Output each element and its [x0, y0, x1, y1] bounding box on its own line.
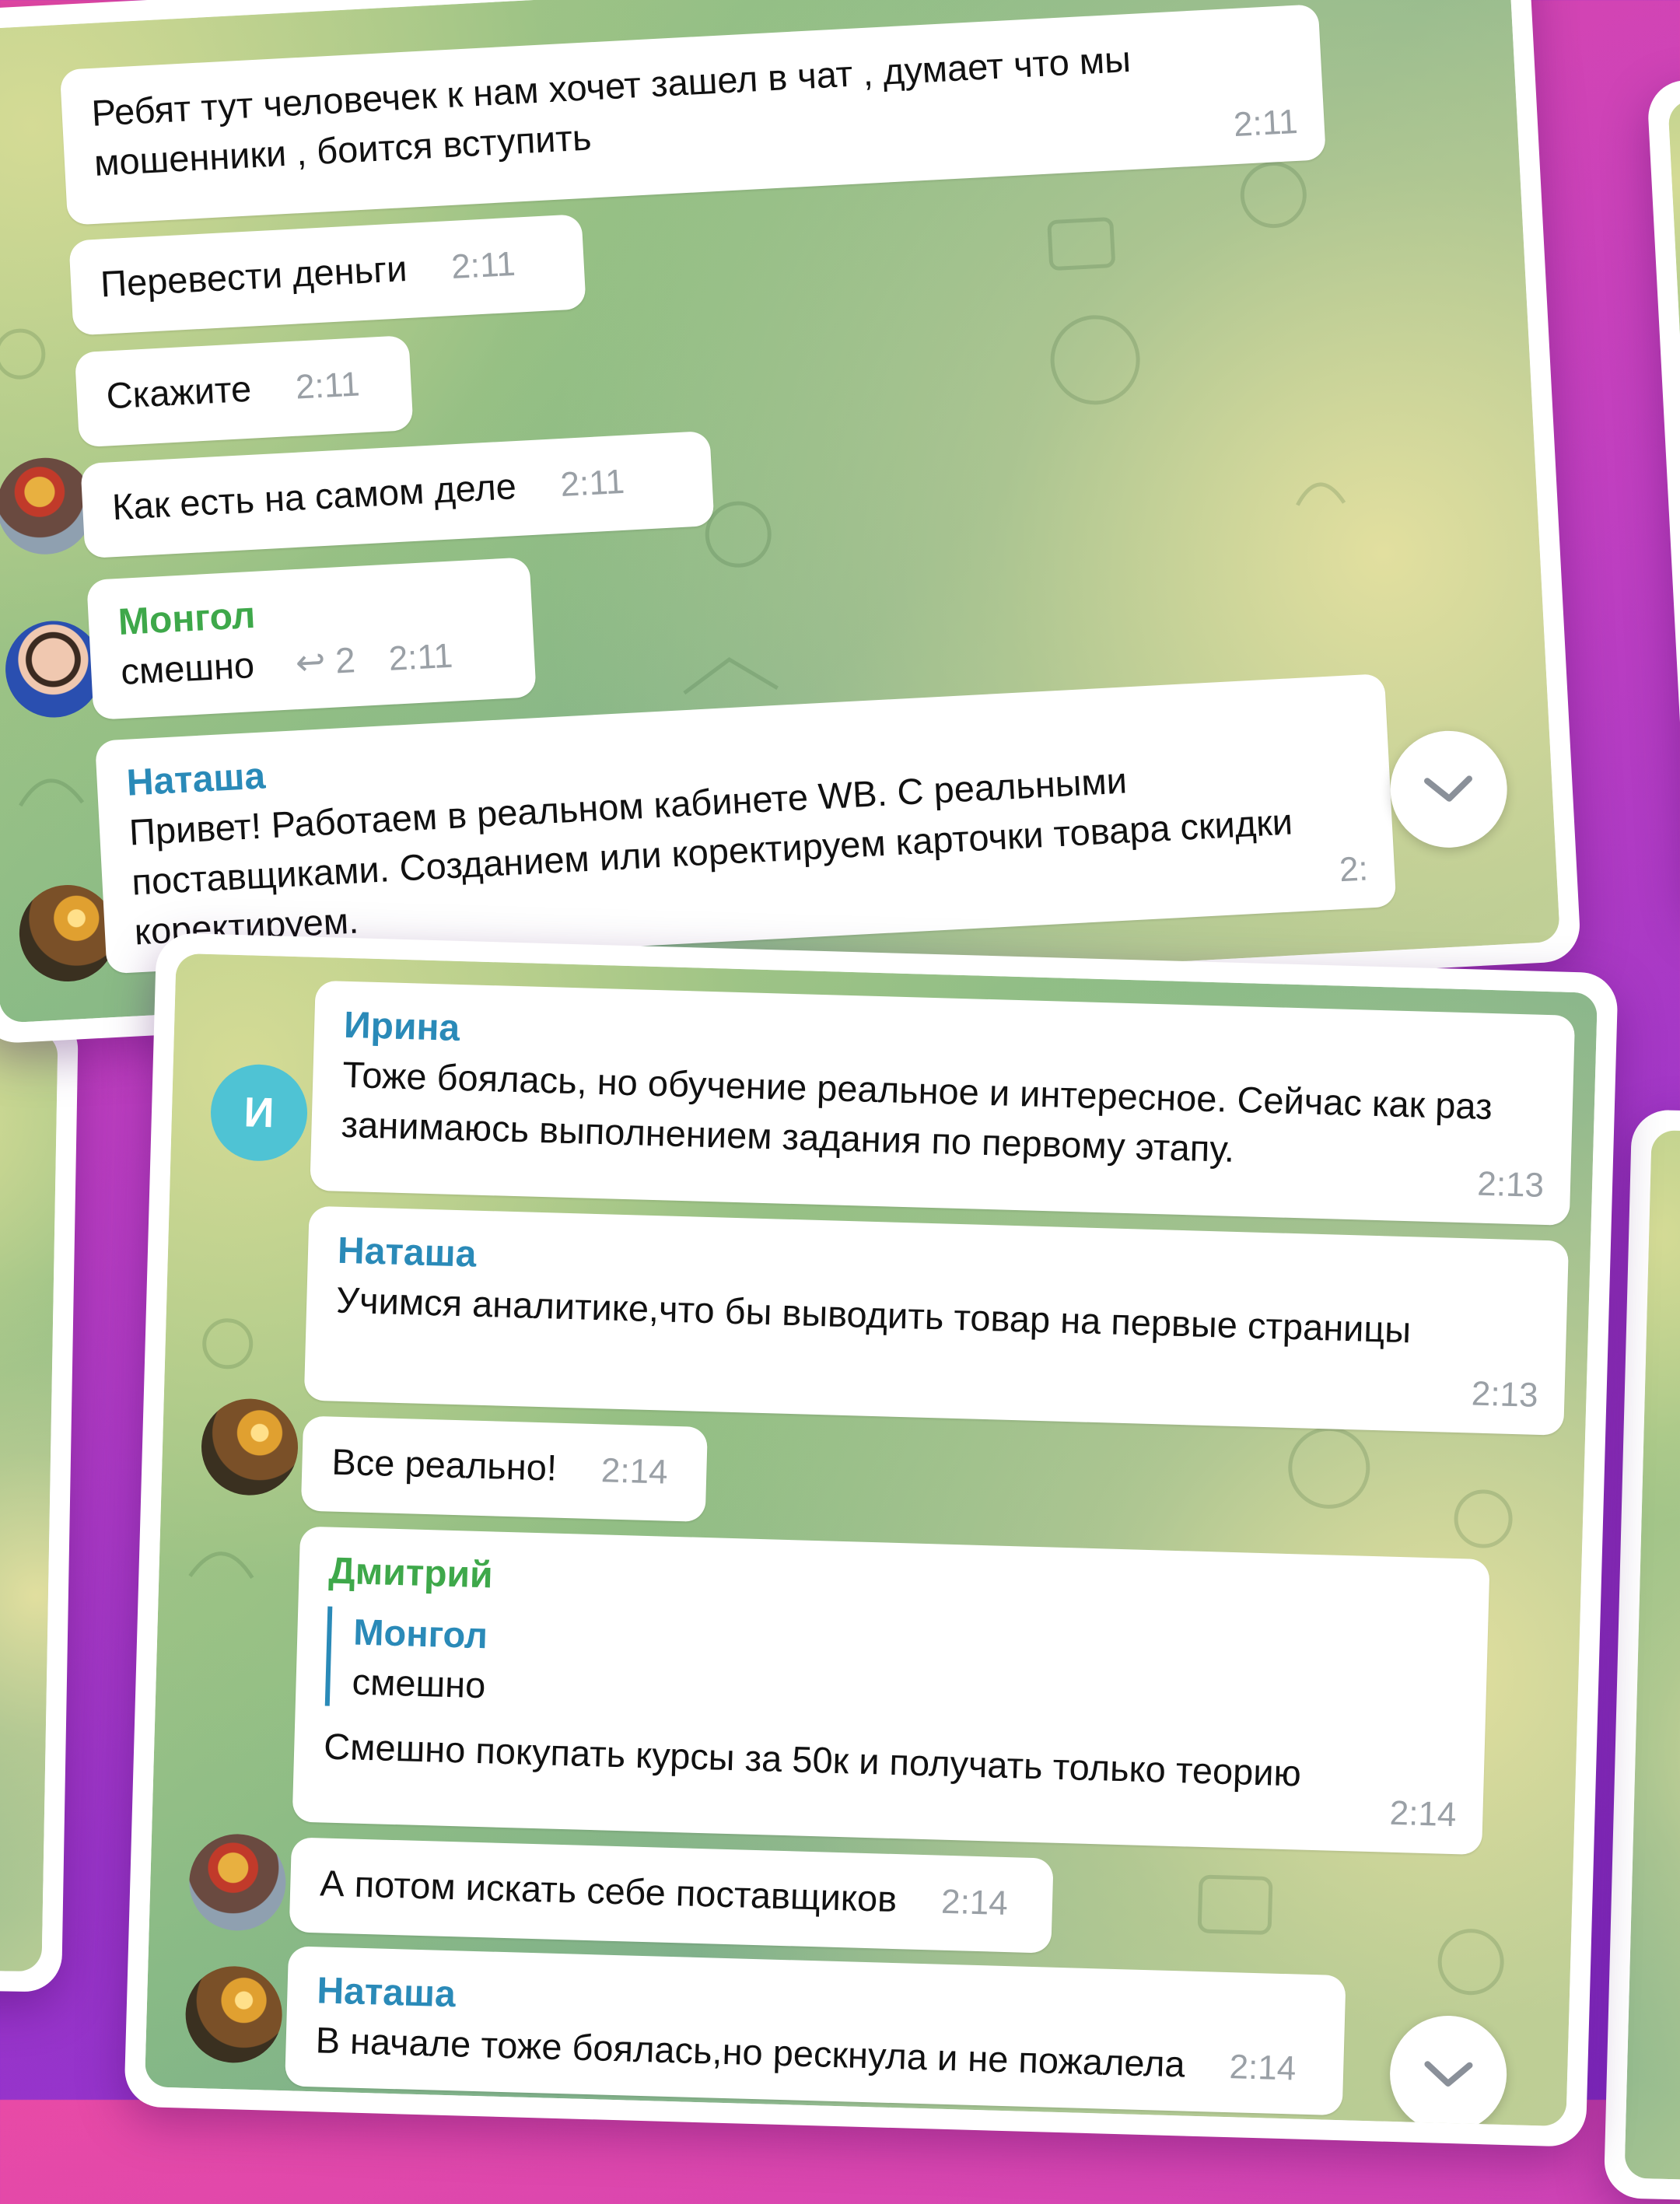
message-time: 2:13	[1471, 1374, 1539, 1415]
message-time: 2:11	[294, 365, 361, 407]
message-time: 2:11	[559, 462, 626, 505]
message-text: смешно	[119, 644, 256, 692]
quoted-message[interactable]: Монгол смешно	[324, 1606, 1458, 1738]
chat-screenshot-card: И Ирина Тоже боялась, но обучение реальн…	[124, 932, 1619, 2147]
chat-screenshot-card: Ребят тут человечек к нам хочет зашел в …	[0, 0, 1582, 1044]
quoted-text: смешно	[351, 1660, 487, 1706]
message-bubble[interactable]: Наташа В начале тоже боялась,но рескнула…	[285, 1946, 1346, 2116]
message-text: А потом искать себе поставщиков	[319, 1862, 898, 1920]
reply-arrow-icon[interactable]: ↩ 2	[295, 639, 357, 683]
message-text: Перевести деньги	[99, 247, 408, 305]
message-bubble[interactable]: Дмитрий Монгол смешно Смешно покупать ку…	[292, 1526, 1490, 1856]
background-card	[0, 1009, 79, 1992]
message-time: 2:14	[1228, 2048, 1297, 2088]
message-time: 2:	[1338, 849, 1370, 890]
message-time: 2:11	[450, 244, 516, 286]
message-bubble[interactable]: Монгол смешно ↩ 2 2:11	[86, 557, 537, 720]
background-card	[1603, 1109, 1680, 2204]
message-bubble[interactable]: Ирина Тоже боялась, но обучение реальное…	[310, 980, 1576, 1226]
chevron-down-icon	[1424, 775, 1472, 802]
message-time: 2:11	[1232, 102, 1299, 145]
message-time: 2:11	[387, 636, 454, 678]
message-text: Все реально!	[331, 1440, 558, 1489]
message-text: Смешно покупать курсы за 50к и получать …	[323, 1725, 1302, 1794]
message-bubble[interactable]: Все реально! 2:14	[300, 1415, 708, 1523]
reply-count: 2	[334, 639, 357, 681]
message-time: 2:13	[1476, 1164, 1545, 1205]
message-text: Скажите	[105, 367, 253, 417]
chat-wallpaper: Ребят тут человечек к нам хочет зашел в …	[0, 0, 1561, 1023]
message-time: 2:14	[600, 1451, 669, 1492]
message-text: Как есть на самом деле	[110, 465, 517, 528]
message-bubble[interactable]: Наташа Учимся аналитике,что бы выводить …	[303, 1205, 1570, 1436]
message-bubble[interactable]: Скажите 2:11	[74, 335, 414, 448]
message-time: 2:14	[1389, 1793, 1458, 1835]
message-time: 2:14	[940, 1882, 1009, 1923]
chat-wallpaper: И Ирина Тоже боялась, но обучение реальн…	[145, 953, 1598, 2127]
message-text: Ребят тут человечек к нам хочет зашел в …	[90, 37, 1132, 184]
background-card	[1646, 74, 1680, 922]
chevron-down-icon	[1424, 2061, 1473, 2087]
